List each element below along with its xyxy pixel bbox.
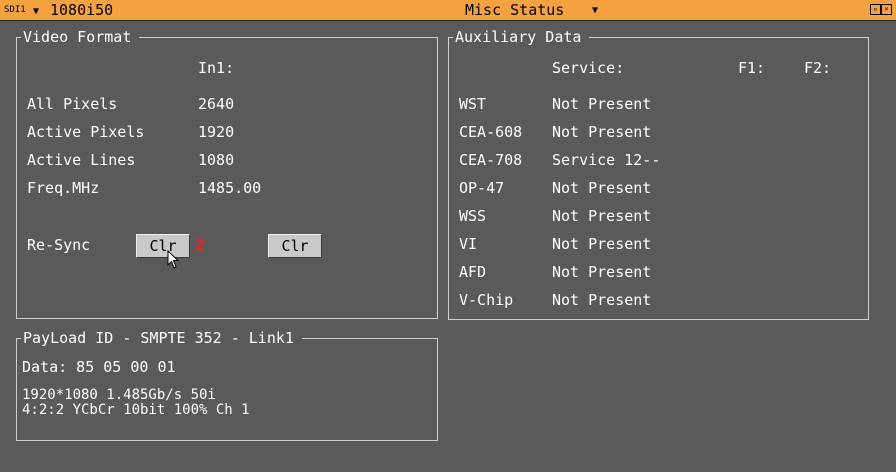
aux-row-name: OP-47	[459, 179, 505, 197]
page-title[interactable]: Misc Status	[465, 1, 564, 19]
aux-row-service: Service 12--	[552, 151, 661, 169]
aux-row-service: Not Present	[552, 123, 652, 141]
active-pixels-value: 1920	[198, 123, 235, 141]
aux-row-service: Not Present	[552, 207, 652, 225]
resync-label: Re-Sync	[27, 236, 91, 254]
format-label: 1080i50	[50, 1, 114, 19]
source-label[interactable]: SDI1	[4, 5, 26, 15]
restore-icon[interactable]: ▫	[870, 4, 881, 15]
source-dropdown-icon[interactable]: ▼	[33, 6, 39, 17]
close-icon[interactable]: ×	[881, 4, 892, 15]
aux-row-name: AFD	[459, 263, 487, 281]
aux-row-service: Not Present	[552, 263, 652, 281]
aux-row-name: WST	[459, 95, 487, 113]
payload-format-line: 1920*1080 1.485Gb/s 50i	[22, 387, 216, 403]
active-lines-value: 1080	[198, 151, 235, 169]
payload-data-line: Data: 85 05 00 01	[22, 358, 176, 376]
aux-row-name: CEA-708	[459, 151, 523, 169]
all-pixels-value: 2640	[198, 95, 235, 113]
aux-row-service: Not Present	[552, 95, 652, 113]
auxiliary-data-title: Auxiliary Data	[453, 28, 590, 46]
input-column-header: In1:	[198, 59, 235, 77]
payload-id-title: PayLoad ID - SMPTE 352 - Link1	[21, 329, 302, 347]
payload-id-panel: PayLoad ID - SMPTE 352 - Link1 Data: 85 …	[16, 329, 438, 441]
clear-button-1[interactable]: Clr	[136, 234, 190, 258]
payload-sampling-line: 4:2:2 YCbCr 10bit 100% Ch 1	[22, 402, 250, 418]
service-column-header: Service:	[552, 59, 625, 77]
video-format-title: Video Format	[21, 28, 140, 46]
title-dropdown-icon[interactable]: ▼	[592, 5, 598, 16]
aux-row-service: Not Present	[552, 235, 652, 253]
aux-row-service: Not Present	[552, 291, 652, 309]
clear-button-2[interactable]: Clr	[268, 234, 322, 258]
aux-row-name: V-Chip	[459, 291, 514, 309]
auxiliary-data-panel: Auxiliary Data Service: F1: F2: WST Not …	[448, 28, 869, 320]
f1-column-header: F1:	[738, 59, 766, 77]
active-lines-label: Active Lines	[27, 151, 136, 169]
f2-column-header: F2:	[804, 59, 832, 77]
freq-value: 1485.00	[198, 179, 262, 197]
aux-row-name: CEA-608	[459, 123, 523, 141]
all-pixels-label: All Pixels	[27, 95, 118, 113]
title-bar: SDI1 ▼ 1080i50 Misc Status ▼ ▫ ×	[0, 0, 896, 21]
resync-count-badge: 2	[195, 235, 205, 254]
aux-row-name: VI	[459, 235, 478, 253]
active-pixels-label: Active Pixels	[27, 123, 145, 141]
video-format-panel: Video Format In1: All Pixels 2640 Active…	[16, 28, 438, 319]
aux-row-name: WSS	[459, 207, 487, 225]
window-controls: ▫ ×	[870, 4, 892, 15]
freq-label: Freq.MHz	[27, 179, 100, 197]
mouse-cursor-icon	[167, 250, 180, 269]
aux-row-service: Not Present	[552, 179, 652, 197]
